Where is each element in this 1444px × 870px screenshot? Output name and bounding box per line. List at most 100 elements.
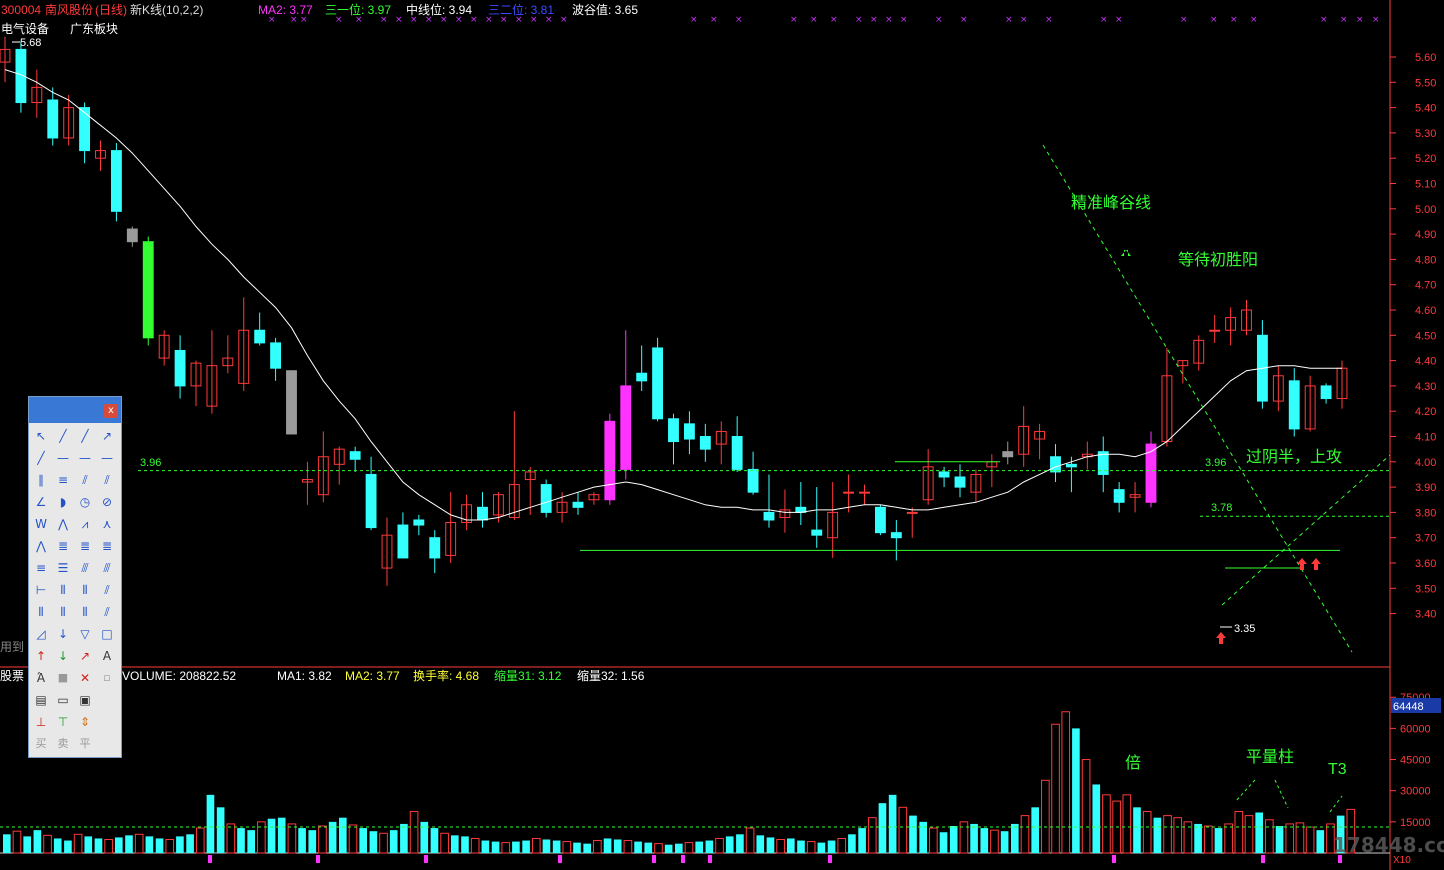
- volume-bar: [461, 836, 469, 853]
- volume-bar: [664, 844, 673, 853]
- circle-icon[interactable]: ◷: [75, 492, 95, 512]
- period-lines-icon[interactable]: ⦀: [75, 602, 95, 622]
- golden-price-icon[interactable]: ≣: [53, 536, 73, 556]
- truncated-label-stock: 股票: [0, 669, 24, 683]
- hold-mark-icon[interactable]: ⇕: [75, 712, 95, 732]
- toolbox-titlebar[interactable]: x: [29, 397, 121, 423]
- image-icon[interactable]: ▣: [75, 690, 95, 710]
- volume-bar: [1285, 823, 1295, 854]
- gann-period-icon[interactable]: ⦀: [75, 580, 95, 600]
- industry-sector[interactable]: 电气设备: [1, 21, 49, 36]
- volume-bar: [837, 837, 847, 854]
- resistance-icon[interactable]: ⫽: [97, 580, 117, 600]
- sell-mark-icon[interactable]: ⊤: [53, 712, 73, 732]
- speed-line-icon[interactable]: ⫻: [75, 558, 95, 578]
- straight-line-icon[interactable]: ╱: [31, 448, 51, 468]
- rectangle-icon[interactable]: □: [97, 624, 117, 644]
- annotation-double: 倍: [1125, 753, 1141, 772]
- down-arrow-green-icon[interactable]: ↓: [53, 646, 73, 666]
- golden-ratio-icon[interactable]: ≣: [75, 536, 95, 556]
- turnover-readout: 换手率: 4.68: [413, 668, 479, 683]
- ray-icon[interactable]: ╱: [75, 426, 95, 446]
- volume-bar: [562, 841, 572, 854]
- triangle-icon[interactable]: ▽: [75, 624, 95, 644]
- period-label[interactable]: (日线): [95, 3, 127, 17]
- flat-label-icon[interactable]: 平: [75, 734, 95, 754]
- volume-bar: [531, 837, 541, 854]
- ruler-icon[interactable]: ▭: [53, 690, 73, 710]
- period-line-icon[interactable]: ⊢: [31, 580, 51, 600]
- candle-body: [110, 150, 122, 212]
- delete-icon[interactable]: ✕: [75, 668, 95, 688]
- candle-body: [365, 473, 377, 529]
- price-tick-label: 3.80: [1415, 507, 1436, 519]
- buy-label-icon[interactable]: 买: [31, 734, 51, 754]
- toolbox-close-button[interactable]: x: [104, 404, 118, 418]
- vertical-lines-icon[interactable]: ⦀: [53, 602, 73, 622]
- stock-name: 南风股份: [45, 2, 93, 17]
- signal-marker: ×: [690, 15, 698, 25]
- annotation-t3: T3: [1328, 761, 1347, 778]
- wave-up-icon[interactable]: ⋏: [97, 514, 117, 534]
- signal-marker: ×: [1005, 15, 1013, 25]
- candle-body: [126, 228, 138, 243]
- shrink31-readout: 缩量31: 3.12: [494, 668, 562, 683]
- fibonacci-period-icon[interactable]: ⦀: [53, 580, 73, 600]
- indicator-name[interactable]: 新K线(10,2,2): [130, 2, 203, 17]
- volume-signal-tick: [208, 855, 212, 863]
- zigzag-icon[interactable]: ⩘: [75, 514, 95, 534]
- volume-bar: [980, 828, 989, 853]
- text-annotation-icon[interactable]: Ά: [31, 668, 51, 688]
- up-arrow-mark-icon[interactable]: ↗: [75, 646, 95, 666]
- regression-channel-icon[interactable]: ◿: [31, 624, 51, 644]
- volume-bar: [684, 842, 694, 854]
- linear-regression-icon[interactable]: ⫽: [97, 602, 117, 622]
- buy-mark-icon[interactable]: ⊥: [31, 712, 51, 732]
- sell-label-icon[interactable]: 卖: [53, 734, 73, 754]
- copy-icon[interactable]: ▫: [97, 668, 117, 688]
- down-arrow-icon[interactable]: ↓: [53, 624, 73, 644]
- wave-w-icon[interactable]: W: [31, 514, 51, 534]
- fibonacci-icon[interactable]: ≡: [31, 558, 51, 578]
- volume-bar: [776, 839, 785, 854]
- elliott-wave-icon[interactable]: ⋀: [53, 514, 73, 534]
- triangle-wave-icon[interactable]: ⋀: [31, 536, 51, 556]
- fill-icon[interactable]: ■: [53, 668, 73, 688]
- note-icon[interactable]: ▤: [31, 690, 51, 710]
- up-arrow-icon[interactable]: ↑: [31, 646, 51, 666]
- trend-channel-icon[interactable]: ⫽: [97, 470, 117, 490]
- cursor-icon[interactable]: ↖: [31, 426, 51, 446]
- bar-period-icon[interactable]: ⦀: [31, 602, 51, 622]
- volume-bar: [573, 842, 581, 853]
- volume-bar: [745, 827, 755, 854]
- candle-body: [142, 241, 154, 339]
- gann-fan-icon[interactable]: ⊘: [97, 492, 117, 512]
- gann-icon[interactable]: ≣: [97, 536, 117, 556]
- volume-bar: [1265, 819, 1274, 854]
- channel-icon[interactable]: ⫽: [75, 470, 95, 490]
- horizontal-line-icon[interactable]: —: [97, 448, 117, 468]
- region-sector[interactable]: 广东板块: [70, 22, 118, 36]
- arrow-line-icon[interactable]: ↗: [97, 426, 117, 446]
- volume-bar: [328, 821, 337, 853]
- volume-bar: [1142, 810, 1152, 854]
- arc-icon[interactable]: ◗: [53, 492, 73, 512]
- price-tick-label: 5.20: [1415, 153, 1436, 165]
- parallel-line-icon[interactable]: ∥: [31, 470, 51, 490]
- percent-line-icon[interactable]: ☰: [53, 558, 73, 578]
- volume-bar: [470, 837, 480, 854]
- rule-line-icon[interactable]: ⫻: [97, 558, 117, 578]
- candle-body: [1065, 463, 1077, 468]
- volume-bar: [1061, 711, 1071, 854]
- text-icon[interactable]: A: [97, 646, 117, 666]
- angle-line-icon[interactable]: ∠: [31, 492, 51, 512]
- volume-bar: [155, 838, 164, 853]
- line-segment-icon[interactable]: ╱: [53, 426, 73, 446]
- candle-body: [429, 537, 441, 559]
- candle-body: [874, 506, 886, 534]
- volume-bar: [1316, 830, 1325, 853]
- wave-count-icon[interactable]: ≡: [53, 470, 73, 490]
- flat-volume-arrow: [1274, 779, 1289, 809]
- horizontal-segment-icon[interactable]: —: [53, 448, 73, 468]
- horizontal-ray-icon[interactable]: —: [75, 448, 95, 468]
